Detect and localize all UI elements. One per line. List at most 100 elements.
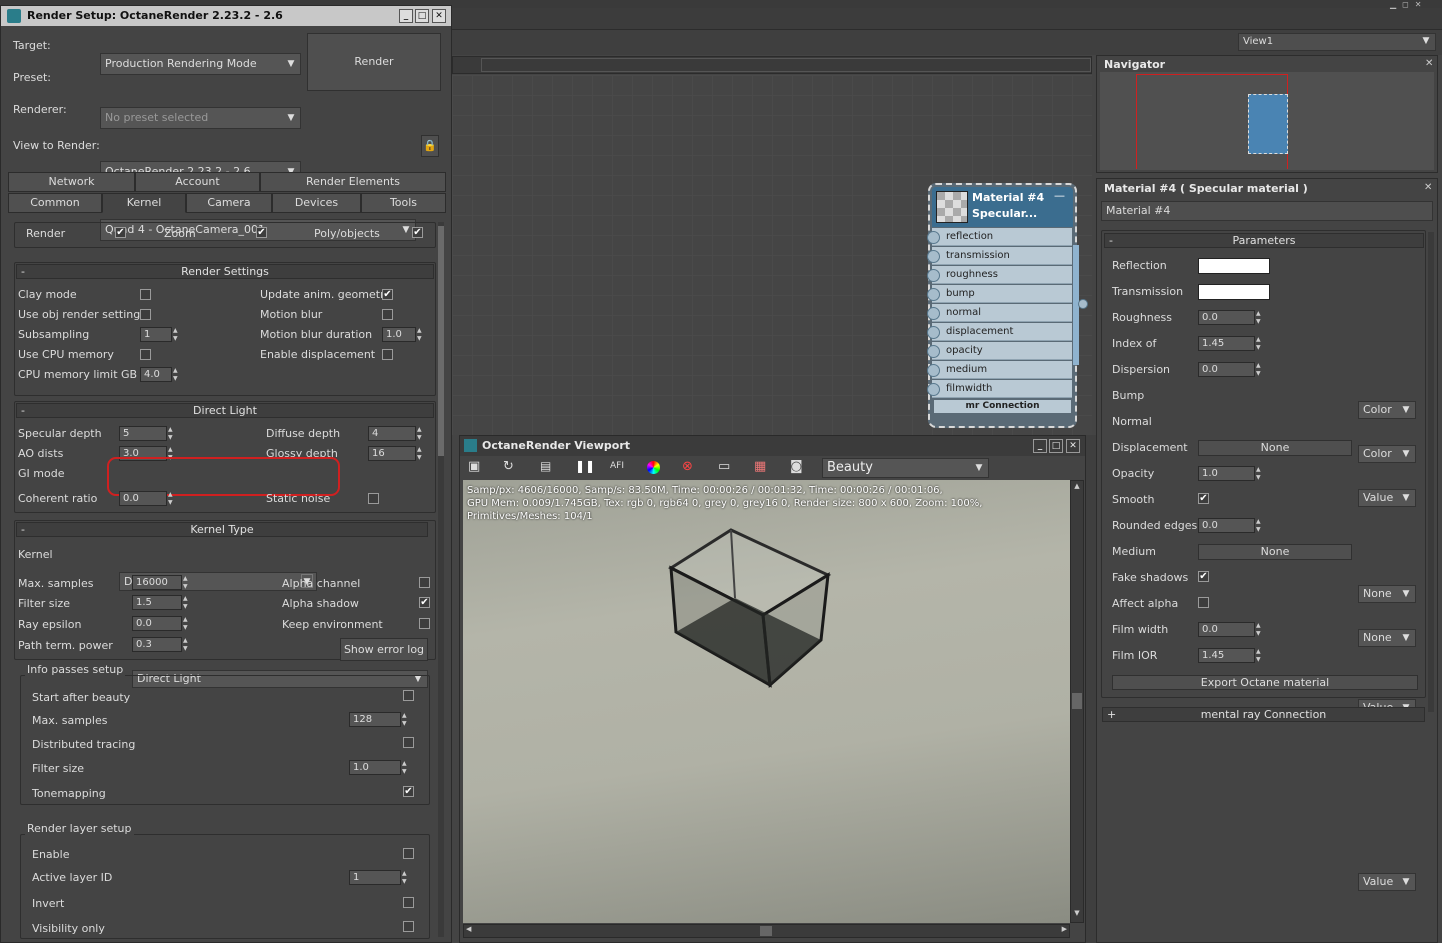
mental-ray-connection-header[interactable]: + mental ray Connection [1102,707,1425,722]
normal-mode-dropdown[interactable]: None ▼ [1358,629,1416,647]
active-layer-id-stepper[interactable]: 1 ▲ ▼ [349,870,411,885]
poly-checkbox[interactable]: ✔ [412,227,423,238]
distributed-tracing-checkbox[interactable] [403,737,414,748]
smooth-checkbox[interactable]: ✔ [1198,493,1209,504]
socket-roughness[interactable]: roughness [927,266,1072,284]
material-panel-close-icon[interactable]: ✕ [1424,182,1432,193]
reflection-color-swatch[interactable] [1198,258,1270,274]
navigator-close-icon[interactable]: ✕ [1425,58,1433,69]
zoom-checkbox[interactable]: ✔ [256,227,267,238]
film-ior-stepper[interactable]: 1.45 ▲ ▼ [1198,648,1265,663]
affect-alpha-checkbox[interactable] [1198,597,1209,608]
static-noise-checkbox[interactable] [368,493,379,504]
index-stepper[interactable]: 1.45 ▲ ▼ [1198,336,1265,351]
update-anim-checkbox[interactable]: ✔ [382,289,393,300]
tab-kernel[interactable]: Kernel [102,193,186,213]
node-output-socket[interactable] [1078,299,1088,309]
filter-size-stepper[interactable]: 1.5 ▲ ▼ [132,595,192,610]
roughness-stepper[interactable]: 0.0 ▲ ▼ [1198,310,1265,325]
render-button[interactable]: Render [307,33,441,91]
tab-network[interactable]: Network [8,172,135,192]
tab-tools[interactable]: Tools [361,193,446,213]
tab-render-elements[interactable]: Render Elements [260,172,446,192]
transmission-color-swatch[interactable] [1198,284,1270,300]
socket-reflection[interactable]: reflection [927,228,1072,246]
use-cpu-checkbox[interactable] [140,349,151,360]
viewport-minimize-button[interactable]: _ [1033,439,1047,453]
minimize-button[interactable]: _ [399,9,413,23]
tonemapping-checkbox[interactable]: ✔ [403,786,414,797]
bump-mode-dropdown[interactable]: None ▼ [1358,585,1416,603]
rounded-edges-stepper[interactable]: 0.0 ▲ ▼ [1198,518,1265,533]
path-term-stepper[interactable]: 0.3 ▲ ▼ [132,637,192,652]
opacity-stepper[interactable]: 1.0 ▲ ▼ [1198,466,1265,481]
direct-light-header[interactable]: - Direct Light [16,403,434,418]
coherent-ratio-stepper[interactable]: 0.0 ▲ ▼ [119,491,177,506]
viewport-hscrollbar[interactable]: ◀ ▶ [463,924,1070,938]
socket-medium[interactable]: medium [927,361,1072,379]
show-error-log-button[interactable]: Show error log [340,638,428,661]
region-icon[interactable]: ▭ [718,459,730,474]
viewport-vscrollbar[interactable]: ▲ ▼ [1070,480,1084,923]
restart-icon[interactable]: ↻ [503,459,514,474]
clear-picker-icon[interactable]: ⊗ [682,459,693,474]
diffuse-depth-stepper[interactable]: 4 ▲ ▼ [368,426,426,441]
export-octane-material-button[interactable]: Export Octane material [1112,675,1418,690]
alpha-channel-checkbox[interactable] [419,577,430,588]
socket-normal[interactable]: normal [927,304,1072,322]
material-name-field[interactable]: Material #4 [1101,201,1433,221]
navigator-canvas[interactable] [1100,72,1434,170]
material-node-header[interactable]: Material #4 Specular... — [932,187,1073,227]
viewport-maximize-button[interactable]: □ [1049,439,1063,453]
preset-dropdown[interactable]: No preset selected ▼ [100,107,301,129]
transmission-mode-dropdown[interactable]: Color ▼ [1358,445,1416,463]
save-image-icon[interactable]: ▣ [468,459,480,474]
focus-picker-icon[interactable]: AFI [610,461,624,471]
glossy-depth-stepper[interactable]: 16 ▲ ▼ [368,446,426,461]
enable-displacement-checkbox[interactable] [382,349,393,360]
subsampling-stepper[interactable]: 1 ▲ ▼ [140,327,182,342]
film-width-mode-dropdown[interactable]: Value ▼ [1358,873,1416,891]
reflection-mode-dropdown[interactable]: Color ▼ [1358,401,1416,419]
alpha-shadow-checkbox[interactable]: ✔ [419,597,430,608]
maximize-button[interactable]: □ [415,9,429,23]
target-dropdown[interactable]: Production Rendering Mode ▼ [100,53,301,75]
material-scrollbar[interactable] [1428,232,1434,712]
motion-blur-checkbox[interactable] [382,309,393,320]
parameters-header[interactable]: - Parameters [1104,233,1424,248]
ray-epsilon-stepper[interactable]: 0.0 ▲ ▼ [132,616,192,631]
info-filter-size-stepper[interactable]: 1.0 ▲ ▼ [349,760,411,775]
socket-filmwidth[interactable]: filmwidth [927,380,1072,398]
lock-icon[interactable]: ▤ [540,459,551,473]
medium-map-button[interactable]: None [1198,544,1352,560]
camera-icon[interactable]: ◙ [790,459,803,474]
tab-common[interactable]: Common [8,193,102,213]
socket-opacity[interactable]: opacity [927,342,1072,360]
viewport-close-button[interactable]: ✕ [1066,439,1080,453]
clay-mode-checkbox[interactable] [140,289,151,300]
roughness-mode-dropdown[interactable]: Value ▼ [1358,489,1416,507]
start-after-beauty-checkbox[interactable] [403,690,414,701]
render-image[interactable]: Samp/px: 4606/16000, Samp/s: 83.50M, Tim… [463,480,1070,923]
socket-displacement[interactable]: displacement [927,323,1072,341]
close-button[interactable]: ✕ [432,9,446,23]
use-obj-checkbox[interactable] [140,309,151,320]
color-picker-icon[interactable] [647,461,660,474]
info-max-samples-stepper[interactable]: 128 ▲ ▼ [349,712,411,727]
render-pass-dropdown[interactable]: Beauty ▼ [822,458,989,478]
keep-environment-checkbox[interactable] [419,618,430,629]
motion-blur-duration-stepper[interactable]: 1.0 ▲ ▼ [382,327,426,342]
kernel-scrollbar[interactable] [438,222,444,937]
dispersion-stepper[interactable]: 0.0 ▲ ▼ [1198,362,1265,377]
tab-account[interactable]: Account [135,172,260,192]
socket-transmission[interactable]: transmission [927,247,1072,265]
socket-bump[interactable]: bump [927,285,1072,303]
kernel-type-header[interactable]: - Kernel Type [16,522,428,537]
render-checkbox[interactable]: ✔ [115,227,126,238]
view-dropdown[interactable]: View1 ▼ [1238,33,1436,51]
node-footer[interactable]: mr Connection [934,400,1071,413]
max-samples-stepper[interactable]: 16000 ▲ ▼ [132,575,192,590]
displacement-map-button[interactable]: None [1198,440,1352,456]
visibility-only-checkbox[interactable] [403,921,414,932]
film-width-stepper[interactable]: 0.0 ▲ ▼ [1198,622,1265,637]
